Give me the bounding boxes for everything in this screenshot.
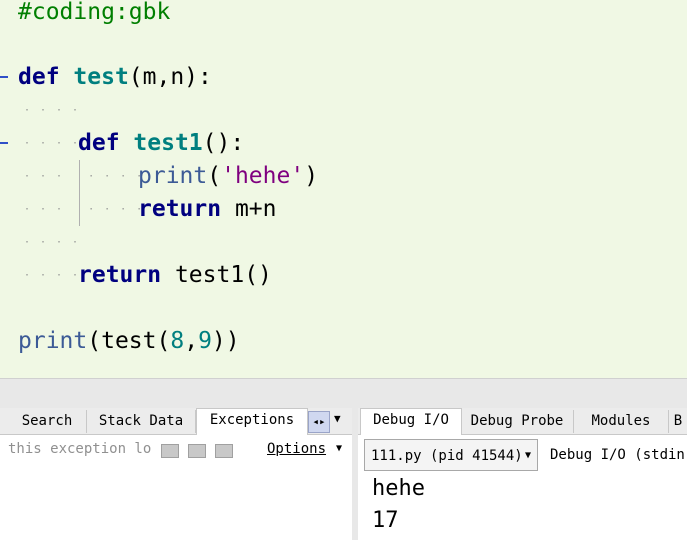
whitespace-dots: ··· ···· (24, 171, 153, 182)
whitespace-dots: ··· ···· (24, 204, 153, 215)
tab-debug-probe[interactable]: Debug Probe (461, 410, 574, 433)
nav-next-icon[interactable] (215, 444, 233, 458)
options-menu[interactable]: Options (267, 441, 326, 457)
code-line-8: return test1() (78, 259, 272, 292)
number-literal: 8 (170, 328, 185, 354)
code-line-2: def test(m,n): (18, 61, 212, 94)
tab-stack-data[interactable]: Stack Data (87, 410, 196, 433)
output-line: hehe (372, 476, 425, 501)
nav-prev-icon[interactable] (188, 444, 206, 458)
process-select[interactable]: 111.py (pid 41544) ▼ (364, 439, 538, 471)
left-tabbar: Search Stack Data Exceptions ◂▸ ▼ (0, 408, 352, 435)
builtin-print: print (138, 163, 208, 189)
code-line-1: #coding:gbk (18, 0, 170, 29)
code-editor[interactable]: #coding:gbk def test(m,n): ···· ···· def… (0, 0, 687, 378)
code-line-4: def test1(): (78, 127, 244, 160)
chevron-down-icon: ▼ (524, 450, 531, 461)
code-line-6: return m+n (138, 193, 277, 226)
function-name: test (73, 64, 129, 90)
pane-splitter[interactable] (0, 378, 687, 409)
left-tool-pane: Search Stack Data Exceptions ◂▸ ▼ this e… (0, 408, 353, 540)
keyword-return: return (138, 196, 222, 222)
exception-location-text: this exception loc (8, 441, 152, 457)
expression: m+n (234, 196, 277, 222)
tab-modules[interactable]: Modules (574, 410, 669, 433)
exceptions-toolbar: this exception loc Options ▼ (0, 435, 352, 465)
comma: , (184, 328, 199, 354)
expression: test1() (174, 262, 272, 288)
debug-io-toolbar: 111.py (pid 41544) ▼ Debug I/O (stdin, (358, 437, 687, 473)
tab-overflow[interactable]: B (669, 410, 687, 433)
fold-marker-icon[interactable] (0, 76, 8, 78)
comment: #coding:gbk (18, 0, 171, 25)
right-tool-pane: Debug I/O Debug Probe Modules B 111.py (… (358, 408, 687, 540)
editor-gutter (0, 0, 10, 378)
whitespace-dots: ···· (24, 105, 89, 116)
call-close: )) (211, 328, 240, 354)
chevron-down-icon[interactable]: ▼ (336, 443, 342, 454)
number-literal: 9 (198, 328, 212, 354)
code-line-5: print('hehe') (138, 160, 318, 193)
function-name: test1 (133, 130, 203, 156)
left-right-arrows-icon[interactable]: ◂▸ (308, 411, 330, 433)
output-line: 17 (372, 508, 399, 533)
paren: ) (304, 163, 319, 189)
right-tabbar: Debug I/O Debug Probe Modules B (358, 408, 687, 435)
params: (m,n): (128, 64, 212, 90)
params: (): (202, 130, 245, 156)
tab-search[interactable]: Search (8, 410, 87, 433)
tab-debug-io[interactable]: Debug I/O (360, 408, 462, 435)
indent-guide (79, 160, 80, 226)
tab-exceptions[interactable]: Exceptions (196, 408, 308, 435)
stream-label: Debug I/O (stdin, (550, 447, 687, 463)
keyword-def: def (18, 64, 60, 90)
chevron-down-icon[interactable]: ▼ (334, 412, 341, 425)
builtin-print: print (18, 328, 88, 354)
call-open: (test( (87, 328, 171, 354)
keyword-def: def (78, 130, 120, 156)
fold-marker-icon[interactable] (0, 142, 8, 144)
whitespace-dots: ···· (24, 237, 89, 248)
code-line-10: print(test(8,9)) (18, 325, 240, 358)
process-select-value: 111.py (pid 41544) (371, 448, 523, 464)
keyword-return: return (78, 262, 162, 288)
string-literal: 'hehe' (221, 163, 305, 189)
nav-first-icon[interactable] (161, 444, 179, 458)
paren: ( (207, 163, 222, 189)
